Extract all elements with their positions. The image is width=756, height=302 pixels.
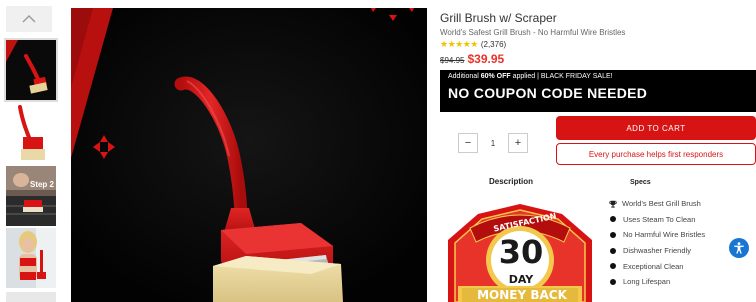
bullet-icon: [610, 247, 616, 254]
money-back-badge: SATISFACTION 30 DAY MONEY BACK: [440, 200, 600, 302]
product-subtitle: World's Safest Grill Brush - No Harmful …: [440, 28, 626, 37]
sale-price: $39.95: [467, 52, 505, 66]
feature-label: Long Lifespan: [623, 277, 671, 287]
feature-list: World's Best Grill Brush Uses Steam To C…: [609, 196, 705, 290]
feature-item: Exceptional Clean: [610, 258, 705, 274]
accessibility-icon: [734, 242, 744, 254]
thumbnail-caption: Step 2: [29, 180, 54, 189]
feature-item: Uses Steam To Clean: [610, 212, 705, 228]
thumbnail-5[interactable]: [6, 292, 56, 302]
trophy-icon: [609, 200, 617, 208]
promo-discount: 60% OFF: [480, 73, 511, 80]
bullet-icon: [610, 216, 616, 223]
first-responders-button[interactable]: Every purchase helps first responders: [556, 143, 756, 165]
bullet-icon: [610, 231, 616, 238]
promo-suffix: applied | BLACK FRIDAY SALE!: [510, 73, 613, 80]
feature-item: Dishwasher Friendly: [610, 243, 705, 259]
product-rating[interactable]: ★★★★★ (2,376): [440, 39, 506, 50]
badge-day: DAY: [508, 273, 534, 286]
accessibility-button[interactable]: [729, 238, 749, 258]
badge-money-back: MONEY BACK: [477, 288, 567, 302]
promo-discount-line: Additional 60% OFF applied | BLACK FRIDA…: [448, 73, 748, 80]
product-details: Grill Brush w/ Scraper World's Safest Gr…: [440, 0, 756, 302]
thumbnail-image: [6, 228, 56, 288]
gallery-scroll-up-button[interactable]: [6, 6, 52, 32]
quantity-stepper: − 1 +: [458, 133, 528, 153]
bullet-icon: [610, 278, 616, 285]
badge-number: 30: [498, 233, 544, 271]
quantity-decrement-button[interactable]: −: [458, 133, 478, 153]
promo-banner: Additional 60% OFF applied | BLACK FRIDA…: [440, 70, 756, 112]
original-price: $94.95: [440, 56, 465, 65]
feature-item: No Harmful Wire Bristles: [610, 227, 705, 243]
chevron-up-icon: [22, 15, 36, 23]
price-block: $94.95 $39.95: [440, 52, 504, 66]
review-count[interactable]: (2,376): [481, 40, 506, 49]
tab-specs[interactable]: Specs: [630, 179, 651, 186]
product-photo: [71, 8, 427, 302]
add-to-cart-button[interactable]: ADD TO CART: [556, 116, 756, 140]
thumbnail-gallery: Step 2: [0, 0, 60, 302]
thumbnail-1[interactable]: [4, 38, 58, 102]
feature-label: World's Best Grill Brush: [622, 199, 701, 209]
feature-label: Exceptional Clean: [623, 261, 684, 271]
main-product-image: [71, 8, 427, 302]
star-rating-icon: ★★★★★: [440, 39, 478, 49]
thumbnail-image: [6, 104, 56, 164]
feature-label: Dishwasher Friendly: [623, 246, 691, 256]
thumbnail-image: [6, 40, 56, 100]
feature-label: Uses Steam To Clean: [623, 214, 696, 224]
promo-prefix: Additional: [448, 73, 481, 80]
feature-label: No Harmful Wire Bristles: [623, 230, 706, 240]
thumbnail-2[interactable]: [6, 104, 56, 164]
thumbnail-4[interactable]: [6, 228, 56, 288]
feature-item: Long Lifespan: [610, 274, 705, 290]
bullet-icon: [610, 263, 616, 270]
thumbnail-3[interactable]: Step 2: [6, 166, 56, 226]
feature-item: World's Best Grill Brush: [609, 196, 705, 212]
quantity-value[interactable]: 1: [478, 133, 508, 153]
quantity-increment-button[interactable]: +: [508, 133, 528, 153]
tab-description[interactable]: Description: [489, 177, 533, 186]
thumbnail-image: [6, 166, 56, 226]
promo-headline: NO COUPON CODE NEEDED: [448, 85, 648, 101]
product-title: Grill Brush w/ Scraper: [440, 11, 557, 25]
